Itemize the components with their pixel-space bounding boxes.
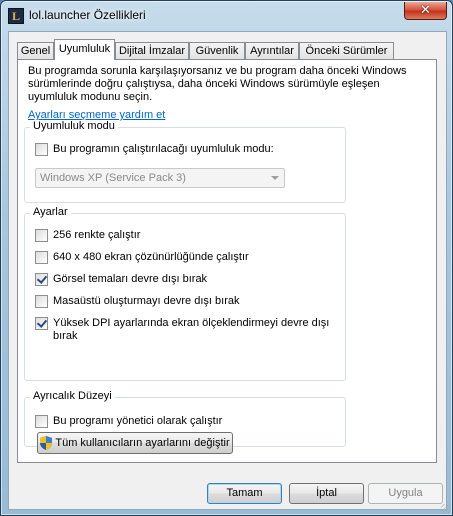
league-of-legends-app-icon: L (8, 8, 24, 24)
privilege-level-group-title: Ayrıcalık Düzeyi (30, 390, 115, 402)
setting-disable-dpi-scaling-checkbox[interactable] (35, 317, 48, 330)
settings-group-title: Ayarlar (30, 206, 71, 218)
setting-disable-visual-themes-checkbox[interactable] (35, 273, 48, 286)
tab-general[interactable]: Genel (17, 42, 54, 59)
run-as-admin-row[interactable]: Bu programı yönetici olarak çalıştır (35, 415, 222, 428)
run-as-admin-label: Bu programı yönetici olarak çalıştır (53, 415, 223, 427)
ok-button[interactable]: Tamam (207, 483, 282, 504)
tab-previous-versions[interactable]: Önceki Sürümler (299, 42, 394, 59)
setting-disable-visual-themes-row[interactable]: Görsel temaları devre dışı bırak (35, 273, 207, 286)
chevron-down-icon (271, 176, 279, 180)
apply-button[interactable]: Uygula (368, 483, 443, 504)
change-settings-all-users-label: Tüm kullanıcıların ayarlarını değiştir (55, 436, 230, 449)
compatibility-mode-checkbox-row[interactable]: Bu programın çalıştırılacağı uyumluluk m… (35, 143, 274, 156)
setting-disable-desktop-composition-checkbox[interactable] (35, 295, 48, 308)
change-settings-all-users-button[interactable]: Tüm kullanıcıların ayarlarını değiştir (37, 432, 233, 454)
tab-details[interactable]: Ayrıntılar (245, 42, 299, 59)
close-button[interactable]: ✕ (404, 2, 447, 20)
run-as-admin-checkbox[interactable] (35, 415, 48, 428)
setting-256-colors-label: 256 renkte çalıştır (53, 229, 141, 241)
compatibility-mode-select[interactable]: Windows XP (Service Pack 3) (35, 168, 285, 188)
intro-text: Bu programda sorunla karşılaşıyorsanız v… (28, 65, 407, 103)
compatibility-mode-group: Uyumluluk modu Bu programın çalıştırılac… (24, 120, 346, 203)
title-bar[interactable]: L lol.launcher Özellikleri ✕ (1, 1, 452, 29)
setting-640x480-label: 640 x 480 ekran çözünürlüğünde çalıştır (53, 251, 249, 263)
setting-disable-dpi-scaling-row[interactable]: Yüksek DPI ayarlarında ekran ölçeklendir… (35, 317, 330, 343)
tab-security[interactable]: Güvenlik (189, 42, 245, 59)
tab-compatibility[interactable]: Uyumluluk (54, 39, 115, 60)
setting-disable-desktop-composition-label: Masaüstü oluşturmayı devre dışı bırak (53, 295, 240, 307)
resize-grip[interactable] (441, 504, 451, 514)
window-title: lol.launcher Özellikleri (29, 8, 146, 22)
tab-digital-signatures[interactable]: Dijital İmzalar (115, 42, 189, 59)
setting-256-colors-checkbox[interactable] (35, 229, 48, 242)
compatibility-mode-checkbox[interactable] (35, 143, 48, 156)
compatibility-mode-select-value: Windows XP (Service Pack 3) (40, 172, 186, 184)
close-icon: ✕ (420, 2, 431, 17)
setting-256-colors-row[interactable]: 256 renkte çalıştır (35, 229, 140, 242)
setting-disable-desktop-composition-row[interactable]: Masaüstü oluşturmayı devre dışı bırak (35, 295, 239, 308)
settings-group: Ayarlar 256 renkte çalıştır 640 x 480 ek… (24, 206, 346, 381)
setting-disable-dpi-scaling-label: Yüksek DPI ayarlarında ekran ölçeklendir… (53, 317, 330, 342)
uac-shield-icon (40, 436, 53, 450)
compatibility-mode-checkbox-label: Bu programın çalıştırılacağı uyumluluk m… (53, 143, 274, 155)
setting-disable-visual-themes-label: Görsel temaları devre dışı bırak (53, 273, 208, 285)
cancel-button[interactable]: İptal (289, 483, 364, 504)
setting-640x480-row[interactable]: 640 x 480 ekran çözünürlüğünde çalıştır (35, 251, 249, 264)
properties-window: L lol.launcher Özellikleri ✕ Genel Uyuml… (0, 0, 453, 516)
setting-640x480-checkbox[interactable] (35, 251, 48, 264)
compatibility-mode-group-title: Uyumluluk modu (30, 120, 118, 132)
dialog-client-area: Genel Uyumluluk Dijital İmzalar Güvenlik… (8, 31, 447, 510)
compatibility-panel: Bu programda sorunla karşılaşıyorsanız v… (17, 59, 437, 463)
